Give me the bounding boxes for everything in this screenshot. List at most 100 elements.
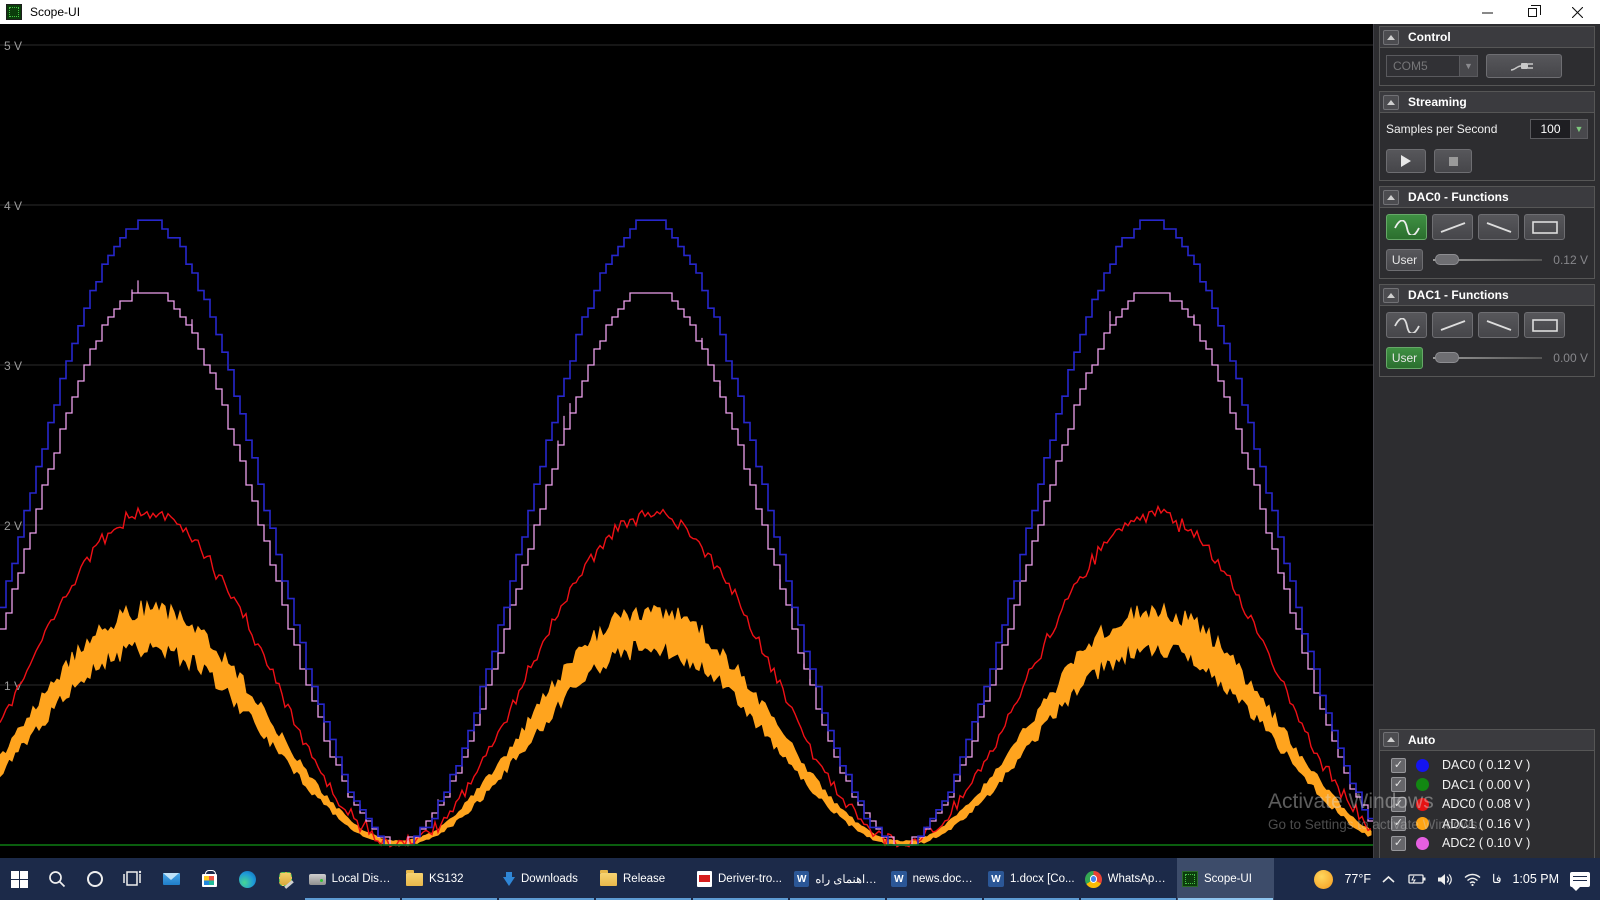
folder-icon bbox=[406, 873, 423, 886]
pdf-icon bbox=[697, 871, 712, 887]
taskbar-app-label: Deriver-tro... bbox=[718, 873, 782, 885]
restore-button[interactable] bbox=[1510, 0, 1555, 24]
word-icon: W bbox=[988, 871, 1004, 887]
dac1-section-header[interactable]: DAC1 - Functions bbox=[1380, 285, 1594, 306]
taskbar-app-local-disk-[interactable]: Local Disk ... bbox=[304, 858, 401, 900]
sine-icon bbox=[1393, 220, 1421, 235]
series-label: ADC1 ( 0.16 V ) bbox=[1442, 817, 1530, 831]
taskbar-app-deriver-tro-[interactable]: Deriver-tro... bbox=[692, 858, 789, 900]
dac1-square-button[interactable] bbox=[1524, 312, 1565, 338]
tool-button[interactable] bbox=[266, 858, 304, 900]
user-button-label: User bbox=[1392, 351, 1417, 365]
dac0-voltage-slider[interactable] bbox=[1433, 253, 1542, 267]
legend-checkbox[interactable]: ✓ bbox=[1391, 777, 1406, 792]
square-wave-icon bbox=[1530, 317, 1560, 334]
close-button[interactable] bbox=[1555, 0, 1600, 24]
chevron-up-icon[interactable] bbox=[1382, 875, 1395, 884]
task-view-button[interactable] bbox=[114, 858, 152, 900]
mail-button[interactable] bbox=[152, 858, 190, 900]
taskbar-app-1-docx-co-[interactable]: W1.docx [Co... bbox=[983, 858, 1080, 900]
ramp-down-icon bbox=[1485, 318, 1513, 333]
series-label: DAC0 ( 0.12 V ) bbox=[1442, 758, 1530, 772]
legend-checkbox[interactable]: ✓ bbox=[1391, 797, 1406, 812]
dac0-user-button[interactable]: User bbox=[1386, 249, 1423, 271]
play-button[interactable] bbox=[1386, 149, 1426, 173]
sample-rate-label: Samples per Second bbox=[1386, 122, 1497, 136]
minimize-button[interactable] bbox=[1465, 0, 1510, 24]
slider-thumb[interactable] bbox=[1435, 254, 1459, 265]
notification-icon[interactable] bbox=[1570, 872, 1590, 887]
dac0-ramp-down-button[interactable] bbox=[1478, 214, 1519, 240]
control-section-header[interactable]: Control bbox=[1380, 27, 1594, 48]
dac0-ramp-up-button[interactable] bbox=[1432, 214, 1473, 240]
restore-icon bbox=[1528, 8, 1537, 17]
com-port-select[interactable]: COM5 ▼ bbox=[1386, 55, 1478, 77]
taskbar-app-whatsapp-[interactable]: WhatsApp ... bbox=[1080, 858, 1177, 900]
scope-plot[interactable]: 5 V4 V3 V2 V1 V bbox=[0, 24, 1373, 858]
series-color-dot bbox=[1416, 759, 1429, 772]
dac1-ramp-down-button[interactable] bbox=[1478, 312, 1519, 338]
dac1-voltage-slider[interactable] bbox=[1433, 351, 1542, 365]
legend-checkbox[interactable]: ✓ bbox=[1391, 758, 1406, 773]
legend-checkbox[interactable]: ✓ bbox=[1391, 816, 1406, 831]
streaming-section-title: Streaming bbox=[1408, 95, 1467, 109]
language-indicator[interactable]: فا bbox=[1492, 872, 1501, 886]
taskbar-app-ks132[interactable]: KS132 bbox=[401, 858, 498, 900]
temperature-label[interactable]: 77°F bbox=[1344, 872, 1371, 886]
taskbar-app-news-docx-[interactable]: Wnews.docx ... bbox=[886, 858, 983, 900]
clock[interactable]: 1:05 PM bbox=[1512, 872, 1559, 886]
collapse-icon[interactable] bbox=[1383, 30, 1399, 45]
legend-checkbox[interactable]: ✓ bbox=[1391, 836, 1406, 851]
volume-icon[interactable] bbox=[1437, 873, 1453, 886]
taskbar-app-scope-ui[interactable]: Scope-UI bbox=[1177, 858, 1274, 900]
svg-text:2 V: 2 V bbox=[4, 519, 22, 533]
search-button[interactable] bbox=[38, 858, 76, 900]
collapse-icon[interactable] bbox=[1383, 95, 1399, 110]
taskbar-app-downloads[interactable]: Downloads bbox=[498, 858, 595, 900]
collapse-icon[interactable] bbox=[1383, 732, 1399, 747]
dac0-sine-button[interactable] bbox=[1386, 214, 1427, 240]
control-section-title: Control bbox=[1408, 30, 1451, 44]
drive-icon bbox=[309, 874, 326, 885]
stop-button[interactable] bbox=[1434, 149, 1472, 173]
word-icon: W bbox=[794, 871, 809, 887]
auto-section-title: Auto bbox=[1408, 733, 1435, 747]
title-bar: Scope-UI bbox=[0, 0, 1600, 24]
play-icon bbox=[1401, 155, 1411, 167]
taskbar-app-label: news.docx ... bbox=[913, 873, 978, 885]
taskbar-app-label: راهنمای راه ... bbox=[815, 872, 881, 886]
dac1-sine-button[interactable] bbox=[1386, 312, 1427, 338]
collapse-icon[interactable] bbox=[1383, 190, 1399, 205]
dac1-ramp-up-button[interactable] bbox=[1432, 312, 1473, 338]
cortana-button[interactable] bbox=[76, 858, 114, 900]
edge-button[interactable] bbox=[228, 858, 266, 900]
taskbar-app--[interactable]: W راهنمای راه ... bbox=[789, 858, 886, 900]
sample-rate-value: 100 bbox=[1531, 122, 1570, 136]
wifi-icon[interactable] bbox=[1464, 873, 1481, 886]
control-panel: Control COM5 ▼ bbox=[1373, 24, 1600, 858]
connect-button[interactable] bbox=[1486, 54, 1562, 78]
cortana-icon bbox=[85, 869, 105, 889]
series-color-dot bbox=[1416, 798, 1429, 811]
scope-icon bbox=[1182, 871, 1198, 887]
taskbar-app-label: Release bbox=[623, 873, 665, 885]
auto-section-header[interactable]: Auto bbox=[1380, 730, 1594, 751]
chevron-down-icon: ▼ bbox=[1570, 120, 1587, 138]
ramp-up-icon bbox=[1439, 220, 1467, 235]
main-area: 5 V4 V3 V2 V1 V Control COM5 ▼ bbox=[0, 24, 1600, 858]
dac1-user-button[interactable]: User bbox=[1386, 347, 1423, 369]
collapse-icon[interactable] bbox=[1383, 288, 1399, 303]
dac0-section-header[interactable]: DAC0 - Functions bbox=[1380, 187, 1594, 208]
store-button[interactable] bbox=[190, 858, 228, 900]
start-button[interactable] bbox=[0, 858, 38, 900]
battery-icon[interactable] bbox=[1406, 873, 1426, 885]
ramp-up-icon bbox=[1439, 318, 1467, 333]
streaming-section-header[interactable]: Streaming bbox=[1380, 92, 1594, 113]
slider-thumb[interactable] bbox=[1435, 352, 1459, 363]
weather-icon[interactable] bbox=[1314, 870, 1333, 889]
sample-rate-select[interactable]: 100 ▼ bbox=[1530, 119, 1588, 139]
taskbar-app-release[interactable]: Release bbox=[595, 858, 692, 900]
task-view-icon bbox=[123, 870, 143, 888]
dac0-square-button[interactable] bbox=[1524, 214, 1565, 240]
waveform-canvas: 5 V4 V3 V2 V1 V bbox=[0, 24, 1373, 858]
